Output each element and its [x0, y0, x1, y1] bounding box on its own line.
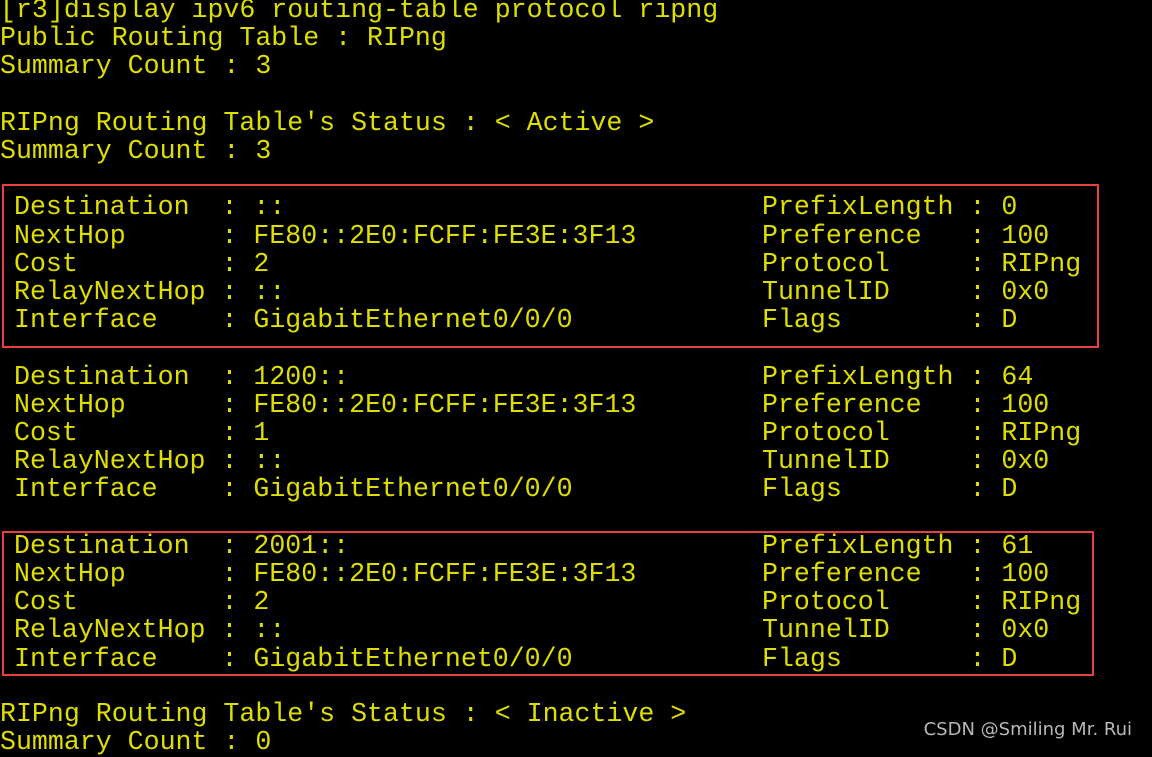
route-field-left: Destination : 1200:: — [14, 361, 350, 392]
route-field-right: Preference : 100 — [762, 559, 1050, 589]
route-field-right: TunnelID : 0x0 — [762, 446, 1050, 477]
route-field-right: PrefixLength : 0 — [762, 192, 1018, 223]
route-field-right: TunnelID : 0x0 — [762, 615, 1050, 646]
route-field-left: Destination : 2001:: — [14, 530, 350, 561]
route-field-right: Preference : 100 — [762, 389, 1050, 420]
route-field-left: RelayNextHop : :: — [14, 277, 286, 307]
route-field-left: Interface : GigabitEthernet0/0/0 — [14, 643, 573, 674]
route-field-right: Preference : 100 — [762, 220, 1050, 251]
route-field-left: Cost : 2 — [14, 587, 270, 618]
active-status-line: RIPng Routing Table's Status : < Active … — [0, 107, 655, 138]
inactive-summary-line: Summary Count : 0 — [0, 727, 272, 757]
route-field-left: Cost : 2 — [14, 248, 270, 279]
route-field-right: Flags : D — [762, 643, 1018, 674]
route-field-right: Protocol : RIPng — [762, 418, 1082, 448]
inactive-status-line: RIPng Routing Table's Status : < Inactiv… — [0, 699, 687, 729]
watermark: CSDN @Smiling Mr. Rui — [923, 719, 1132, 740]
route-field-left: NextHop : FE80::2E0:FCFF:FE3E:3F13 — [14, 389, 637, 420]
route-field-right: Protocol : RIPng — [762, 248, 1082, 279]
route-field-left: RelayNextHop : :: — [14, 446, 286, 477]
route-field-left: RelayNextHop : :: — [14, 615, 286, 646]
route-field-right: Flags : D — [762, 305, 1018, 336]
command-line: [r3]display ipv6 routing-table protocol … — [0, 0, 719, 25]
route-field-left: NextHop : FE80::2E0:FCFF:FE3E:3F13 — [14, 559, 637, 589]
route-field-right: PrefixLength : 61 — [762, 530, 1034, 561]
route-field-right: PrefixLength : 64 — [762, 361, 1034, 392]
terminal-window[interactable]: [r3]display ipv6 routing-table protocol … — [0, 0, 1152, 756]
public-table-line: Public Routing Table : RIPng — [0, 23, 447, 54]
route-field-right: Flags : D — [762, 474, 1018, 505]
route-field-left: Cost : 1 — [14, 418, 270, 448]
route-field-left: Interface : GigabitEthernet0/0/0 — [14, 305, 573, 336]
summary-count-line: Summary Count : 3 — [0, 51, 272, 82]
route-field-left: NextHop : FE80::2E0:FCFF:FE3E:3F13 — [14, 220, 637, 251]
route-field-right: TunnelID : 0x0 — [762, 277, 1050, 307]
active-summary-line: Summary Count : 3 — [0, 136, 272, 166]
route-field-left: Destination : :: — [14, 192, 286, 223]
route-field-left: Interface : GigabitEthernet0/0/0 — [14, 474, 573, 505]
route-field-right: Protocol : RIPng — [762, 587, 1082, 618]
